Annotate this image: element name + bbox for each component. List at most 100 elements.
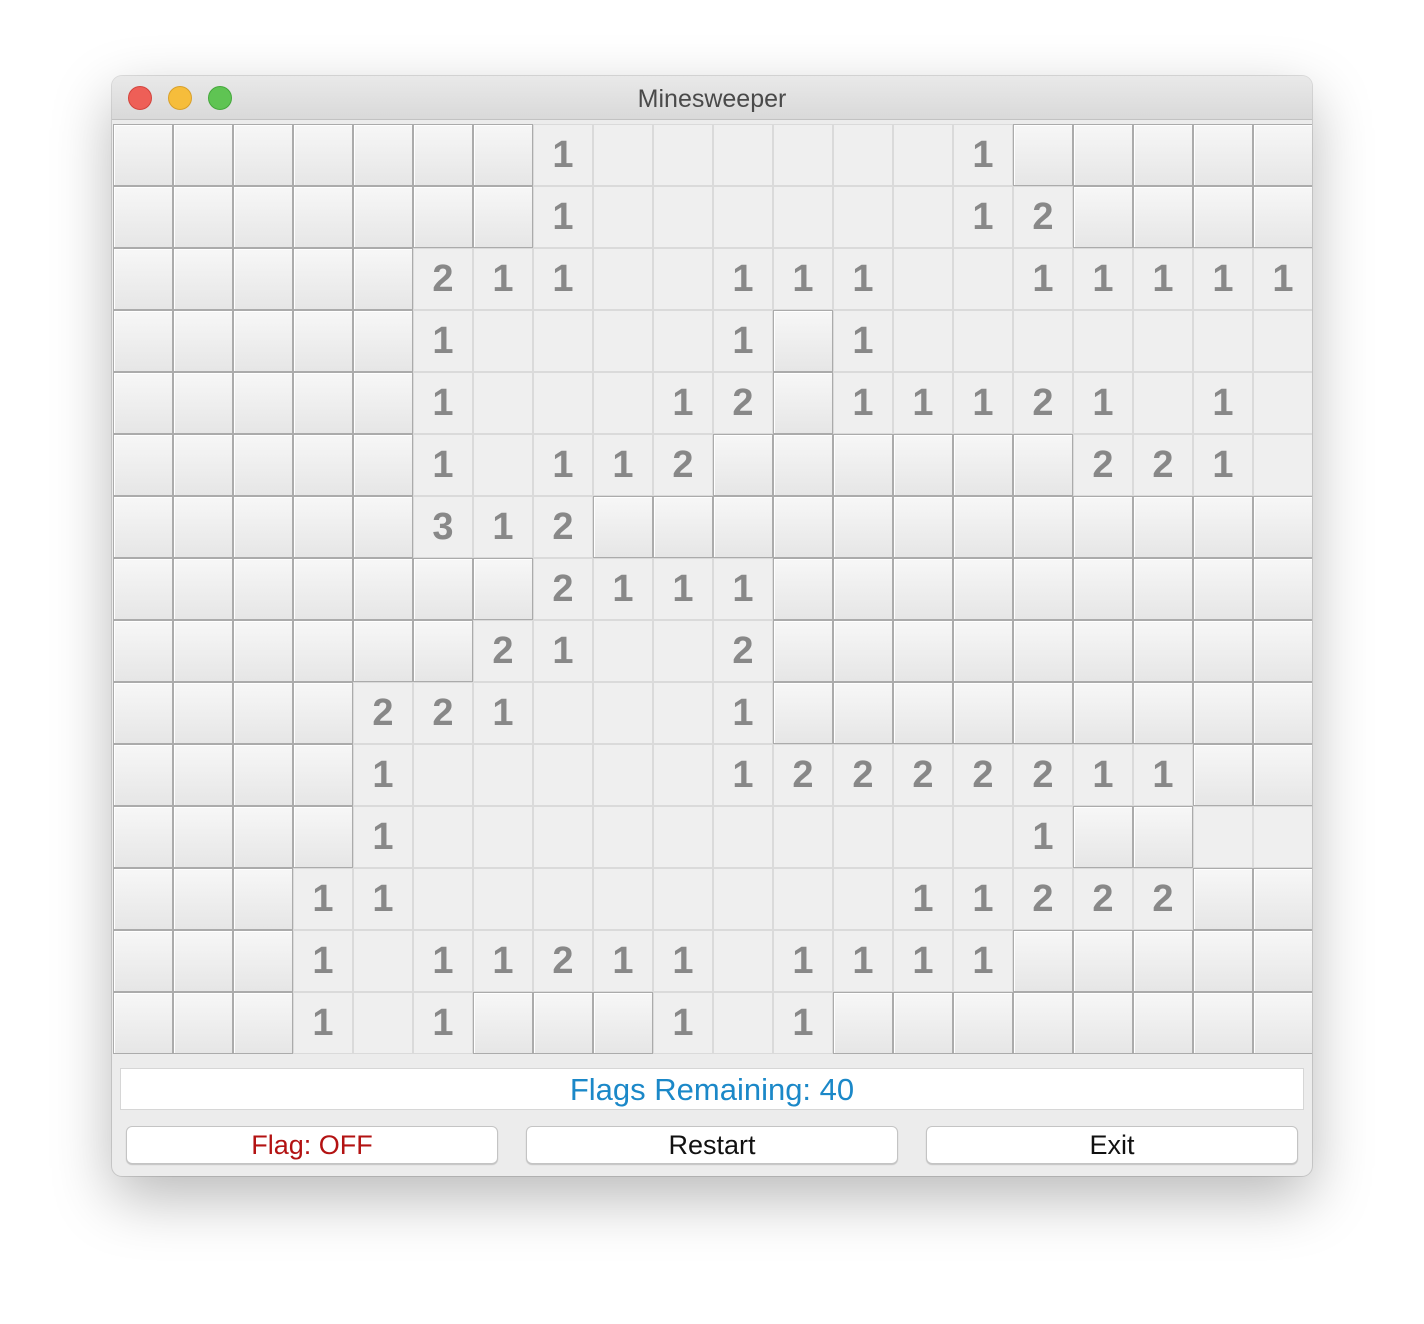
- covered-cell[interactable]: [413, 124, 473, 186]
- revealed-number-cell[interactable]: 2: [953, 744, 1013, 806]
- covered-cell[interactable]: [1133, 496, 1193, 558]
- revealed-number-cell[interactable]: 2: [1133, 868, 1193, 930]
- revealed-number-cell[interactable]: 2: [1073, 434, 1133, 496]
- covered-cell[interactable]: [173, 310, 233, 372]
- revealed-empty-cell[interactable]: [773, 186, 833, 248]
- revealed-number-cell[interactable]: 1: [473, 682, 533, 744]
- revealed-number-cell[interactable]: 2: [1073, 868, 1133, 930]
- revealed-number-cell[interactable]: 1: [953, 868, 1013, 930]
- covered-cell[interactable]: [653, 496, 713, 558]
- covered-cell[interactable]: [473, 558, 533, 620]
- revealed-empty-cell[interactable]: [713, 806, 773, 868]
- revealed-empty-cell[interactable]: [533, 310, 593, 372]
- revealed-empty-cell[interactable]: [1253, 434, 1312, 496]
- revealed-empty-cell[interactable]: [953, 248, 1013, 310]
- revealed-number-cell[interactable]: 2: [713, 372, 773, 434]
- covered-cell[interactable]: [353, 496, 413, 558]
- covered-cell[interactable]: [293, 806, 353, 868]
- revealed-empty-cell[interactable]: [833, 868, 893, 930]
- revealed-number-cell[interactable]: 1: [713, 248, 773, 310]
- revealed-number-cell[interactable]: 1: [953, 124, 1013, 186]
- revealed-empty-cell[interactable]: [473, 372, 533, 434]
- covered-cell[interactable]: [953, 682, 1013, 744]
- covered-cell[interactable]: [1193, 620, 1253, 682]
- revealed-empty-cell[interactable]: [413, 806, 473, 868]
- covered-cell[interactable]: [893, 558, 953, 620]
- covered-cell[interactable]: [113, 868, 173, 930]
- revealed-number-cell[interactable]: 1: [413, 992, 473, 1054]
- covered-cell[interactable]: [293, 558, 353, 620]
- covered-cell[interactable]: [773, 372, 833, 434]
- covered-cell[interactable]: [1253, 930, 1312, 992]
- revealed-number-cell[interactable]: 1: [533, 248, 593, 310]
- covered-cell[interactable]: [1133, 558, 1193, 620]
- revealed-empty-cell[interactable]: [773, 124, 833, 186]
- covered-cell[interactable]: [353, 186, 413, 248]
- covered-cell[interactable]: [293, 124, 353, 186]
- revealed-empty-cell[interactable]: [593, 806, 653, 868]
- covered-cell[interactable]: [1013, 930, 1073, 992]
- covered-cell[interactable]: [1193, 992, 1253, 1054]
- revealed-number-cell[interactable]: 1: [353, 806, 413, 868]
- covered-cell[interactable]: [1073, 558, 1133, 620]
- revealed-empty-cell[interactable]: [533, 372, 593, 434]
- revealed-number-cell[interactable]: 1: [413, 372, 473, 434]
- covered-cell[interactable]: [173, 744, 233, 806]
- covered-cell[interactable]: [173, 930, 233, 992]
- revealed-empty-cell[interactable]: [653, 248, 713, 310]
- revealed-number-cell[interactable]: 1: [1253, 248, 1312, 310]
- revealed-number-cell[interactable]: 1: [653, 930, 713, 992]
- covered-cell[interactable]: [173, 434, 233, 496]
- revealed-empty-cell[interactable]: [893, 248, 953, 310]
- covered-cell[interactable]: [173, 248, 233, 310]
- revealed-number-cell[interactable]: 1: [893, 930, 953, 992]
- covered-cell[interactable]: [113, 434, 173, 496]
- revealed-number-cell[interactable]: 1: [473, 930, 533, 992]
- revealed-number-cell[interactable]: 1: [533, 620, 593, 682]
- revealed-empty-cell[interactable]: [1253, 806, 1312, 868]
- revealed-number-cell[interactable]: 2: [653, 434, 713, 496]
- revealed-empty-cell[interactable]: [713, 930, 773, 992]
- revealed-empty-cell[interactable]: [773, 806, 833, 868]
- covered-cell[interactable]: [473, 186, 533, 248]
- revealed-number-cell[interactable]: 1: [1013, 806, 1073, 868]
- revealed-empty-cell[interactable]: [833, 124, 893, 186]
- revealed-number-cell[interactable]: 1: [1193, 372, 1253, 434]
- revealed-empty-cell[interactable]: [1253, 372, 1312, 434]
- revealed-empty-cell[interactable]: [653, 682, 713, 744]
- revealed-number-cell[interactable]: 1: [893, 372, 953, 434]
- revealed-number-cell[interactable]: 1: [593, 930, 653, 992]
- revealed-number-cell[interactable]: 1: [593, 434, 653, 496]
- covered-cell[interactable]: [173, 496, 233, 558]
- revealed-number-cell[interactable]: 1: [413, 310, 473, 372]
- revealed-empty-cell[interactable]: [1133, 372, 1193, 434]
- covered-cell[interactable]: [773, 682, 833, 744]
- covered-cell[interactable]: [1013, 434, 1073, 496]
- revealed-number-cell[interactable]: 1: [473, 248, 533, 310]
- covered-cell[interactable]: [473, 124, 533, 186]
- covered-cell[interactable]: [113, 310, 173, 372]
- revealed-empty-cell[interactable]: [593, 682, 653, 744]
- revealed-number-cell[interactable]: 1: [713, 310, 773, 372]
- revealed-number-cell[interactable]: 1: [413, 434, 473, 496]
- revealed-number-cell[interactable]: 1: [1133, 744, 1193, 806]
- covered-cell[interactable]: [1253, 682, 1312, 744]
- covered-cell[interactable]: [233, 868, 293, 930]
- covered-cell[interactable]: [1193, 682, 1253, 744]
- revealed-empty-cell[interactable]: [953, 310, 1013, 372]
- revealed-number-cell[interactable]: 1: [293, 930, 353, 992]
- covered-cell[interactable]: [893, 496, 953, 558]
- revealed-empty-cell[interactable]: [473, 806, 533, 868]
- covered-cell[interactable]: [173, 682, 233, 744]
- revealed-number-cell[interactable]: 1: [293, 868, 353, 930]
- revealed-number-cell[interactable]: 2: [713, 620, 773, 682]
- covered-cell[interactable]: [1013, 496, 1073, 558]
- covered-cell[interactable]: [1073, 496, 1133, 558]
- title-bar[interactable]: Minesweeper: [112, 76, 1312, 120]
- revealed-number-cell[interactable]: 1: [1013, 248, 1073, 310]
- covered-cell[interactable]: [893, 992, 953, 1054]
- covered-cell[interactable]: [953, 434, 1013, 496]
- covered-cell[interactable]: [173, 992, 233, 1054]
- covered-cell[interactable]: [173, 124, 233, 186]
- revealed-number-cell[interactable]: 1: [1193, 434, 1253, 496]
